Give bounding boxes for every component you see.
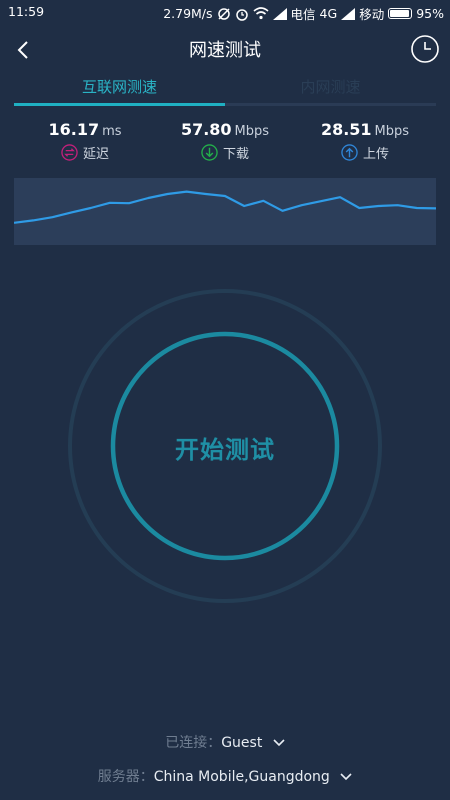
chevron-down-icon	[273, 739, 285, 747]
wifi-icon	[253, 7, 269, 20]
connection-selector[interactable]: 已连接：Guest	[0, 732, 450, 752]
tab-active-indicator	[14, 103, 225, 106]
download-unit: Mbps	[234, 124, 270, 139]
alarm-icon	[235, 8, 248, 21]
status-time: 11:59	[8, 4, 45, 19]
speed-graph	[13, 178, 437, 245]
speed-trace-line	[13, 190, 437, 224]
server-value: China Mobile,Guangdong	[153, 769, 330, 785]
upload-icon	[341, 144, 358, 161]
chevron-down-icon	[340, 773, 352, 781]
latency-unit: ms	[102, 124, 122, 139]
download-value: 57.80	[180, 120, 232, 139]
battery-icon	[388, 8, 413, 19]
upload-label: 上传	[362, 147, 389, 162]
net-speed: 2.79M/s	[163, 6, 213, 21]
status-bar: 11:59 2.79M/s 电信 4G 移动 95%	[0, 0, 450, 24]
start-test-button[interactable]: 开始测试	[0, 430, 450, 465]
status-icons: 2.79M/s 电信 4G 移动 95%	[163, 4, 444, 23]
upload-metric: 28.51 Mbps 上传	[290, 120, 440, 162]
latency-icon	[61, 144, 78, 161]
history-button[interactable]	[410, 34, 440, 64]
network-type: 4G	[319, 6, 338, 21]
speed-graph-svg	[13, 190, 437, 224]
server-label: 服务器：	[97, 769, 154, 785]
latency-value: 16.17	[48, 120, 100, 139]
connected-value: Guest	[221, 735, 263, 751]
signal-icon-2	[341, 7, 356, 20]
title-bar: 网速测试	[0, 30, 450, 70]
tab-internet-speed[interactable]: 互联网测速	[14, 76, 225, 97]
carrier-2: 移动	[359, 7, 385, 22]
latency-metric: 16.17 ms 延迟	[10, 120, 160, 162]
tab-bar: 互联网测速 内网测速	[14, 70, 436, 108]
tab-lan-speed[interactable]: 内网测速	[225, 76, 436, 97]
clock-icon	[411, 35, 439, 63]
latency-label: 延迟	[82, 147, 109, 162]
upload-unit: Mbps	[374, 124, 410, 139]
download-label: 下载	[222, 147, 249, 162]
metrics-row: 16.17 ms 延迟 57.80 Mbps 下载 28.51 Mbps 上传	[0, 120, 450, 170]
download-metric: 57.80 Mbps 下载	[150, 120, 300, 162]
upload-value: 28.51	[320, 120, 372, 139]
signal-icon-1	[272, 7, 287, 20]
dnd-icon	[217, 7, 230, 20]
battery-level: 95%	[416, 6, 444, 21]
connected-label: 已连接：	[165, 735, 222, 751]
server-selector[interactable]: 服务器：China Mobile,Guangdong	[0, 766, 450, 786]
carrier-1: 电信	[290, 7, 316, 22]
page-title: 网速测试	[189, 40, 261, 61]
download-icon	[201, 144, 218, 161]
